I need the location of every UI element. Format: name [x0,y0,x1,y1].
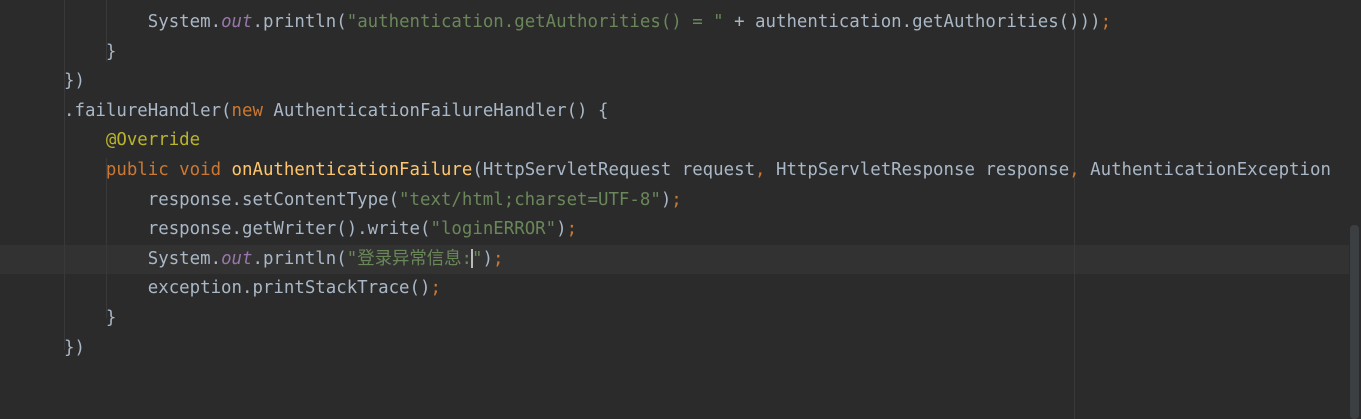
right-margin-guide [1074,0,1075,419]
code-token: ; [566,219,578,240]
code-token: }) [64,71,85,92]
code-token: ) [556,219,567,240]
line-close-handler-1[interactable]: }) [64,67,85,96]
code-token: @Override [105,130,201,151]
code-token: ; [1100,12,1112,32]
code-token: + authentication.getAuthorities()) [723,12,1091,32]
line-method-signature[interactable]: public void onAuthenticationFailure(Http… [64,156,1331,185]
code-token: , [1069,160,1091,180]
code-token: response.setContentType( [147,189,400,210]
code-token: ; [671,189,682,210]
code-token: "loginERROR" [430,219,557,240]
code-token: (HttpServletRequest request [472,160,756,180]
code-token: "authentication.getAuthorities() = " [346,12,724,32]
line-sysout-login-error[interactable]: System.out.println("登录异常信息:"); [64,245,504,274]
line-failure-handler[interactable]: .failureHandler(new AuthenticationFailur… [64,97,608,126]
code-token: System. [147,248,222,269]
code-token: public void [105,160,232,180]
code-token: exception.printStackTrace() [147,278,431,299]
code-token: } [64,308,117,328]
line-close-method-1[interactable]: } [64,38,116,67]
code-token: ) [482,248,493,269]
line-close-method-2[interactable]: } [64,304,116,333]
code-token: ; [492,248,504,269]
code-token: ) [660,189,672,210]
code-token: HttpServletResponse response [776,160,1070,180]
code-token: response.getWriter().write( [147,219,431,240]
code-token: .println( [252,248,347,269]
line-set-content-type[interactable]: response.setContentType("text/html;chars… [64,186,682,215]
code-token: } [64,41,117,62]
code-token: new [231,100,274,121]
code-token: AuthenticationException [1090,160,1331,180]
line-sysout-authorities[interactable]: System.out.println("authentication.getAu… [64,8,1111,37]
code-token: AuthenticationFailureHandler() { [273,100,609,121]
code-token: System. [147,12,222,32]
code-token: out [221,248,253,269]
code-editor[interactable]: System.out.println("authentication.getAu… [0,0,1361,419]
code-token: ) [1090,12,1101,32]
code-token: onAuthenticationFailure [231,160,473,180]
line-close-handler-2[interactable]: }) [64,334,85,363]
code-token: .println( [252,12,347,32]
code-token: "text/html;charset=UTF-8" [399,189,661,210]
code-token: .failureHandler( [64,100,232,121]
code-token: "登录异常信息: [346,248,473,269]
code-token: out [221,12,253,32]
code-token: " [472,248,483,269]
scrollbar-thumb[interactable] [1350,225,1359,419]
line-print-stack-trace[interactable]: exception.printStackTrace(); [64,274,441,303]
line-write-error[interactable]: response.getWriter().write("loginERROR")… [64,215,577,244]
code-token: ; [430,278,441,299]
line-override[interactable]: @Override [64,126,200,155]
vertical-scrollbar[interactable] [1349,0,1361,419]
code-token: , [755,160,776,180]
code-token: }) [64,337,85,358]
